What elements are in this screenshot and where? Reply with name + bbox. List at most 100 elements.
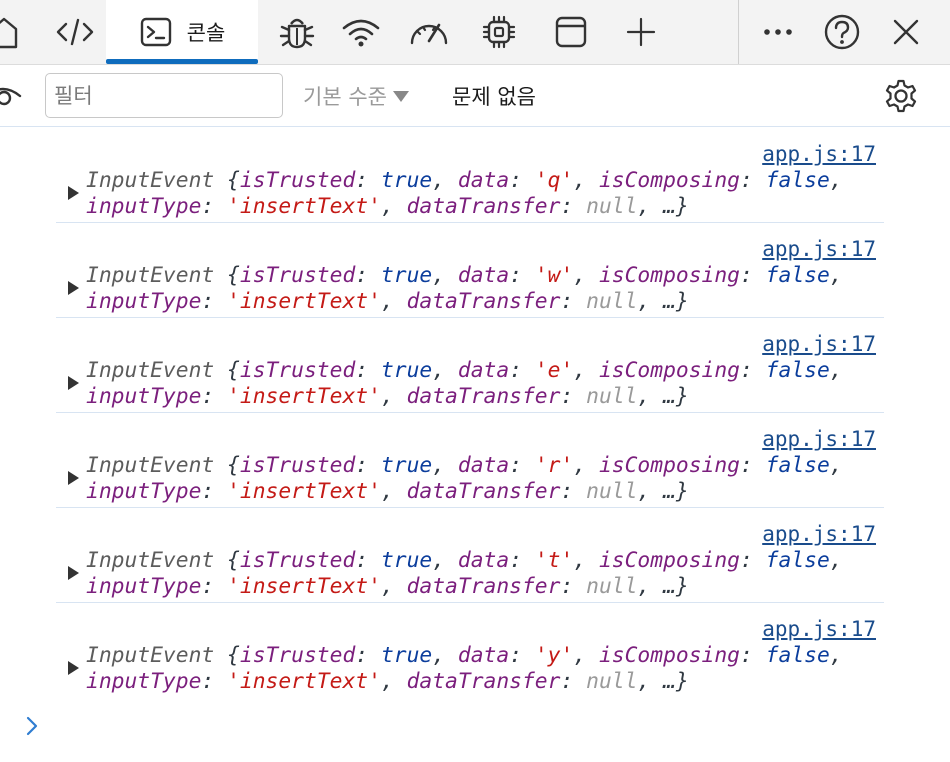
value-data: 'e'	[534, 358, 574, 383]
source-link[interactable]: app.js:17	[762, 142, 876, 166]
value-isComposing: false	[765, 548, 830, 573]
value-isComposing: false	[765, 168, 830, 193]
object-class: InputEvent	[86, 263, 215, 288]
add-tool-button[interactable]	[616, 0, 666, 64]
elements-icon	[56, 18, 94, 46]
tab-performance[interactable]	[404, 0, 454, 64]
expand-triangle-icon[interactable]	[68, 186, 79, 200]
value-dataTransfer: null	[586, 194, 638, 219]
object-class: InputEvent	[86, 453, 215, 478]
value-inputType: 'insertText'	[227, 669, 381, 694]
log-line-2: inputType: 'insertText', dataTransfer: n…	[86, 194, 689, 219]
value-inputType: 'insertText'	[227, 384, 381, 409]
log-entry: app.js:17 InputEvent {isTrusted: true, d…	[56, 128, 884, 223]
value-dataTransfer: null	[586, 384, 638, 409]
value-dataTransfer: null	[586, 289, 638, 314]
chip-icon	[482, 15, 516, 49]
expand-triangle-icon[interactable]	[68, 661, 79, 675]
gear-icon[interactable]	[883, 78, 919, 114]
value-inputType: 'insertText'	[227, 289, 381, 314]
expand-triangle-icon[interactable]	[68, 471, 79, 485]
close-devtools-button[interactable]	[882, 0, 930, 64]
log-level-label: 기본 수준	[303, 85, 387, 109]
value-dataTransfer: null	[586, 669, 638, 694]
tabbar-divider	[738, 0, 739, 64]
log-line-1: InputEvent {isTrusted: true, data: 't', …	[86, 548, 843, 573]
tab-memory[interactable]	[474, 0, 524, 64]
log-entry: app.js:17 InputEvent {isTrusted: true, d…	[56, 508, 884, 603]
expand-triangle-icon[interactable]	[68, 376, 79, 390]
value-isTrusted: true	[380, 168, 433, 193]
console-icon	[140, 17, 171, 47]
object-class: InputEvent	[86, 358, 215, 383]
expand-triangle-icon[interactable]	[68, 281, 79, 295]
log-line-1: InputEvent {isTrusted: true, data: 'r', …	[86, 453, 843, 478]
value-data: 'w'	[534, 263, 574, 288]
value-dataTransfer: null	[586, 574, 638, 599]
log-line-2: inputType: 'insertText', dataTransfer: n…	[86, 289, 689, 314]
value-isTrusted: true	[380, 643, 433, 668]
value-data: 'q'	[534, 168, 574, 193]
source-link[interactable]: app.js:17	[762, 237, 876, 261]
more-icon	[764, 29, 792, 35]
log-line-2: inputType: 'insertText', dataTransfer: n…	[86, 669, 689, 694]
tab-network[interactable]	[336, 0, 386, 64]
tab-console-label: 콘솔	[186, 21, 226, 45]
close-icon	[893, 19, 919, 45]
object-class: InputEvent	[86, 643, 215, 668]
log-line-1: InputEvent {isTrusted: true, data: 'y', …	[86, 643, 843, 668]
home-icon	[0, 17, 18, 49]
object-class: InputEvent	[86, 548, 215, 573]
value-isComposing: false	[765, 453, 830, 478]
filter-input[interactable]	[45, 73, 283, 118]
log-line-2: inputType: 'insertText', dataTransfer: n…	[86, 574, 689, 599]
value-data: 'r'	[534, 453, 574, 478]
log-line-2: inputType: 'insertText', dataTransfer: n…	[86, 384, 689, 409]
object-class: InputEvent	[86, 168, 215, 193]
log-entry: app.js:17 InputEvent {isTrusted: true, d…	[56, 223, 884, 318]
log-line-1: InputEvent {isTrusted: true, data: 'q', …	[86, 168, 843, 193]
source-link[interactable]: app.js:17	[762, 332, 876, 356]
value-dataTransfer: null	[586, 479, 638, 504]
log-entry: app.js:17 InputEvent {isTrusted: true, d…	[56, 413, 884, 508]
log-level-dropdown[interactable]: 기본 수준	[303, 81, 409, 111]
value-inputType: 'insertText'	[227, 194, 381, 219]
value-isComposing: false	[765, 358, 830, 383]
app-window-icon	[555, 16, 587, 48]
value-isTrusted: true	[380, 453, 433, 478]
tab-application[interactable]	[546, 0, 596, 64]
value-data: 't'	[534, 548, 574, 573]
value-isTrusted: true	[380, 358, 433, 383]
tab-welcome[interactable]	[0, 0, 18, 64]
log-line-2: inputType: 'insertText', dataTransfer: n…	[86, 479, 689, 504]
devtools-tabbar: 콘솔	[0, 0, 950, 65]
value-inputType: 'insertText'	[227, 479, 381, 504]
log-entry: app.js:17 InputEvent {isTrusted: true, d…	[56, 603, 884, 698]
bug-icon	[279, 18, 315, 49]
log-entry: app.js:17 InputEvent {isTrusted: true, d…	[56, 318, 884, 413]
value-isComposing: false	[765, 643, 830, 668]
console-prompt-chevron-icon[interactable]	[24, 714, 40, 738]
wifi-icon	[342, 19, 380, 47]
plus-icon	[626, 17, 656, 47]
value-isComposing: false	[765, 263, 830, 288]
help-button[interactable]	[818, 0, 866, 64]
source-link[interactable]: app.js:17	[762, 617, 876, 641]
expand-triangle-icon[interactable]	[68, 566, 79, 580]
source-link[interactable]: app.js:17	[762, 427, 876, 451]
tab-sources[interactable]	[272, 0, 322, 64]
caret-down-icon	[392, 90, 409, 102]
value-isTrusted: true	[380, 263, 433, 288]
value-data: 'y'	[534, 643, 574, 668]
console-toolbar: 기본 수준 문제 없음	[0, 65, 950, 127]
value-isTrusted: true	[380, 548, 433, 573]
help-icon	[824, 14, 860, 50]
more-tools-button[interactable]	[754, 0, 802, 64]
eye-icon[interactable]	[0, 81, 24, 111]
log-line-1: InputEvent {isTrusted: true, data: 'w', …	[86, 263, 843, 288]
tab-elements[interactable]	[50, 0, 100, 64]
source-link[interactable]: app.js:17	[762, 522, 876, 546]
tab-console[interactable]: 콘솔	[106, 0, 258, 64]
log-line-1: InputEvent {isTrusted: true, data: 'e', …	[86, 358, 843, 383]
issues-button[interactable]: 문제 없음	[452, 81, 536, 111]
